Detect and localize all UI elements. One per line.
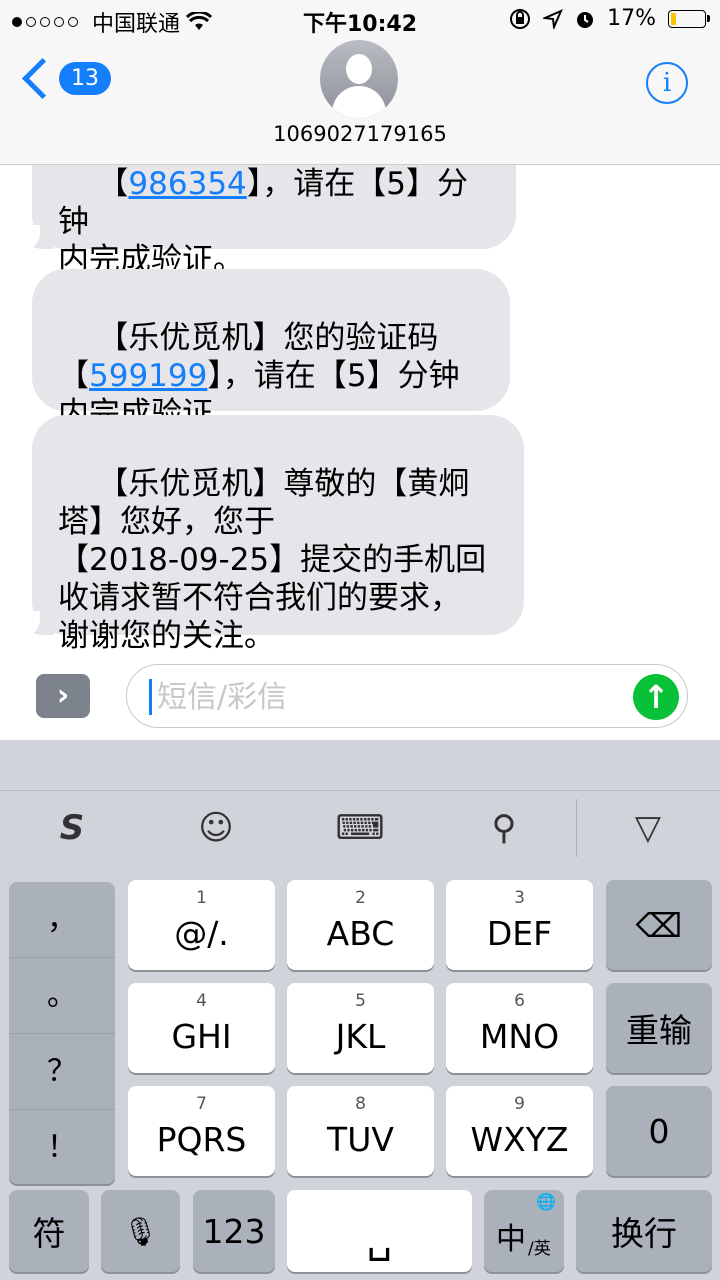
key-label: DEF [486,914,553,953]
message-bubble[interactable]: 【986354】，请在【5】分钟 内完成验证。 [18,165,516,278]
message-text: 【乐优觅机】尊敬的【黄炯 塔】您好，您于 【2018-09-25】提交的手机回 … [58,466,487,654]
send-button[interactable]: ↑ [633,674,679,720]
key-label: JKL [335,1017,386,1056]
key-label: MNO [479,1017,560,1056]
verification-code-link[interactable]: 986354 [128,166,246,202]
backspace-icon: ⌫ [635,905,683,945]
numbers-key[interactable]: 123 [193,1190,275,1272]
punct-key-comma[interactable]: ， [9,882,115,958]
key-4[interactable]: 4 GHI [128,983,275,1073]
key-8[interactable]: 8 TUV [287,1086,434,1176]
key-label: 符 [32,1214,66,1253]
key-number: 6 [514,991,525,1011]
toolbar-divider [576,799,577,857]
key-3[interactable]: 3 DEF [446,880,593,970]
key-label: 重输 [626,1011,692,1050]
sogou-logo-icon[interactable]: S [42,803,102,853]
search-icon[interactable]: ⚲ [474,803,534,853]
key-number: 7 [196,1094,207,1114]
battery-percent: 17% [607,6,656,31]
return-key[interactable]: 换行 [576,1190,712,1272]
unread-count-badge: 13 [59,62,111,95]
keyboard-keys: ， 。 ？ ！ 1 @/. 2 ABC 3 DEF ⌫ 4 GHI 5 JKL [0,864,720,1280]
battery-icon [668,9,710,28]
message-bubble[interactable]: 【乐优觅机】您的验证码 【599199】，请在【5】分钟 内完成验证。 [32,269,510,432]
punct-key-exclaim[interactable]: ！ [9,1110,115,1185]
retype-key[interactable]: 重输 [606,983,712,1073]
message-list[interactable]: 【986354】，请在【5】分钟 内完成验证。 【乐优觅机】您的验证码 【599… [0,165,720,655]
key-label: TUV [327,1120,394,1159]
key-label: @/. [174,914,229,953]
key-9[interactable]: 9 WXYZ [446,1086,593,1176]
key-label: 0 [648,1111,670,1151]
text-cursor [149,679,152,715]
punct-key-period[interactable]: 。 [9,958,115,1034]
location-arrow-icon [543,8,564,29]
message-input[interactable] [155,673,619,721]
keyboard-icon[interactable]: ⌨ [330,803,390,853]
key-6[interactable]: 6 MNO [446,983,593,1073]
keyboard: S ☺ ⌨ ⚲ ▽ ， 。 ？ ！ 1 @/. 2 ABC 3 DEF ⌫ 4 … [0,740,720,1280]
info-icon[interactable]: i [646,62,688,104]
back-button[interactable]: 13 [20,57,111,100]
key-number: 8 [355,1094,366,1114]
message-bubble[interactable]: 【乐优觅机】尊敬的【黄炯 塔】您好，您于 【2018-09-25】提交的手机回 … [18,415,524,654]
globe-icon: 🌐 [536,1192,556,1211]
key-5[interactable]: 5 JKL [287,983,434,1073]
space-icon: ␣ [366,1216,393,1262]
symbols-key[interactable]: 符 [9,1190,89,1272]
key-label: ABC [326,914,395,953]
compose-bar: › ↑ [0,655,720,740]
rotation-lock-icon [510,8,531,29]
key-sublabel: /英 [528,1239,551,1259]
verification-code-link[interactable]: 599199 [89,358,207,394]
contact-avatar[interactable] [320,40,398,118]
message-text: 【 [97,166,129,202]
punct-key-question[interactable]: ？ [9,1034,115,1110]
key-number: 2 [355,888,366,908]
microphone-icon: 🎙 [122,1214,159,1248]
key-label: PQRS [156,1120,247,1159]
key-label: WXYZ [470,1120,569,1159]
key-number: 3 [514,888,525,908]
punctuation-column: ， 。 ？ ！ [9,882,115,1184]
keyboard-toolbar: S ☺ ⌨ ⚲ ▽ [0,790,720,865]
microphone-key[interactable]: 🎙 [101,1190,180,1272]
emoji-icon[interactable]: ☺ [186,803,246,853]
language-switch-key[interactable]: 🌐 中 /英 [484,1190,564,1272]
conversation-header: 13 1069027179165 i [0,40,720,165]
key-label: 中 [496,1222,526,1257]
message-field-container[interactable]: ↑ [126,664,688,728]
key-number: 4 [196,991,207,1011]
delete-key[interactable]: ⌫ [606,880,712,970]
key-number: 1 [196,888,207,908]
status-right: 17% [509,6,710,31]
apps-expand-button[interactable]: › [36,674,90,718]
key-0[interactable]: 0 [606,1086,712,1176]
alarm-icon [577,11,594,28]
status-bar: 中国联通 下午10:42 17% [0,0,720,40]
space-key[interactable]: ␣ [287,1190,472,1272]
key-label: GHI [171,1017,232,1056]
chevron-left-icon [21,57,64,100]
key-7[interactable]: 7 PQRS [128,1086,275,1176]
key-label: 123 [202,1211,266,1251]
contact-number[interactable]: 1069027179165 [0,122,720,146]
key-number: 9 [514,1094,525,1114]
key-1[interactable]: 1 @/. [128,880,275,970]
key-number: 5 [355,991,366,1011]
key-2[interactable]: 2 ABC [287,880,434,970]
key-label: 换行 [611,1214,677,1253]
hide-keyboard-icon[interactable]: ▽ [618,803,678,853]
